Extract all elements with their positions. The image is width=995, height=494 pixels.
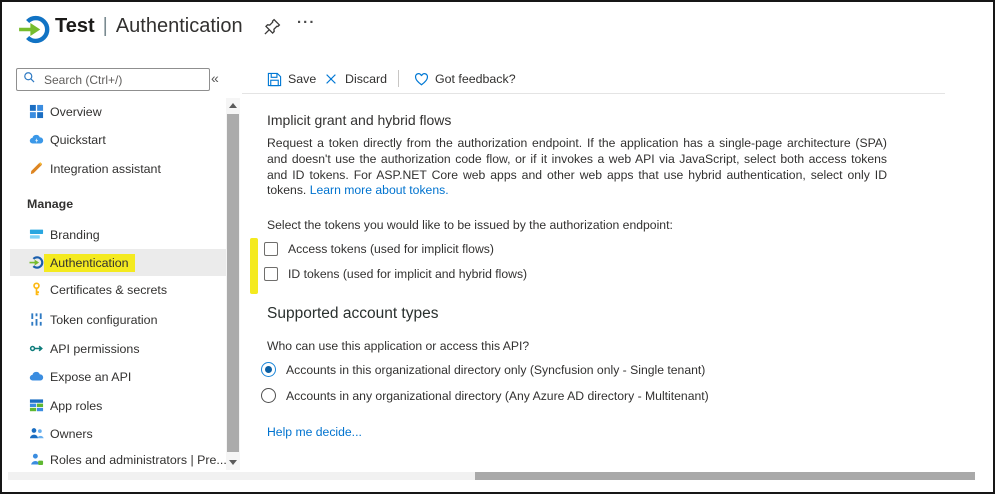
app-name: Test (55, 15, 95, 38)
authentication-icon (29, 255, 44, 270)
implicit-grant-description: Request a token directly from the author… (267, 136, 887, 199)
multitenant-row: Accounts in any organizational directory… (261, 388, 709, 403)
owners-people-icon (29, 426, 44, 441)
sidebar-item-expose-an-api[interactable]: Expose an API (10, 363, 226, 390)
sidebar-item-label: Roles and administrators | Pre... (50, 453, 227, 467)
save-button[interactable]: Save (267, 70, 316, 88)
discard-x-icon (324, 72, 339, 87)
single-tenant-row: Accounts in this organizational director… (261, 362, 705, 377)
save-floppy-icon (267, 72, 282, 87)
sidebar-item-label-highlighted: Authentication (44, 254, 135, 272)
sidebar-item-roles-administrators[interactable]: Roles and administrators | Pre... (10, 448, 226, 471)
got-feedback-button[interactable]: Got feedback? (414, 70, 516, 88)
sidebar-item-label: Certificates & secrets (50, 283, 167, 297)
quickstart-cloud-icon (29, 132, 44, 147)
api-permissions-icon (29, 341, 44, 356)
implicit-grant-heading: Implicit grant and hybrid flows (267, 112, 451, 128)
more-options-button[interactable]: ... (297, 10, 316, 27)
single-tenant-label: Accounts in this organizational director… (286, 363, 705, 377)
integration-assistant-pen-icon (29, 161, 44, 176)
overview-grid-icon (29, 104, 44, 119)
sidebar-vertical-scrollbar[interactable] (226, 98, 240, 470)
branding-icon (29, 227, 44, 242)
highlight-marker-stripe (250, 238, 258, 294)
multitenant-radio[interactable] (261, 388, 276, 403)
token-configuration-icon (29, 312, 44, 327)
toolbar-divider (398, 70, 399, 87)
sidebar-item-branding[interactable]: Branding (10, 221, 226, 248)
sidebar-item-token-configuration[interactable]: Token configuration (10, 306, 226, 333)
access-tokens-row: Access tokens (used for implicit flows) (264, 242, 494, 256)
got-feedback-label: Got feedback? (435, 72, 516, 86)
sidebar-item-label: Integration assistant (50, 162, 161, 176)
save-label: Save (288, 72, 316, 86)
sidebar-item-integration-assistant[interactable]: Integration assistant (10, 155, 226, 182)
search-input[interactable] (42, 72, 196, 88)
sidebar-item-label: Owners (50, 427, 93, 441)
discard-button[interactable]: Discard (324, 70, 387, 88)
pin-icon[interactable] (263, 17, 282, 36)
sidebar-item-certificates-secrets[interactable]: Certificates & secrets (10, 276, 226, 303)
who-can-use-question: Who can use this application or access t… (267, 339, 529, 353)
access-tokens-label: Access tokens (used for implicit flows) (288, 242, 494, 256)
sidebar-item-label: Quickstart (50, 133, 106, 147)
scroll-up-arrow-icon[interactable] (229, 103, 237, 108)
select-tokens-prompt: Select the tokens you would like to be i… (267, 218, 673, 232)
learn-more-tokens-link[interactable]: Learn more about tokens. (310, 183, 449, 197)
app-registration-icon (18, 13, 51, 46)
roles-admins-person-icon (29, 452, 44, 467)
sidebar-item-label: Branding (50, 228, 100, 242)
access-tokens-checkbox[interactable] (264, 242, 278, 256)
id-tokens-row: ID tokens (used for implicit and hybrid … (264, 267, 527, 281)
scroll-down-arrow-icon[interactable] (229, 460, 237, 465)
sidebar-item-label: Token configuration (50, 313, 157, 327)
help-me-decide-link[interactable]: Help me decide... (267, 425, 362, 439)
title-separator: | (103, 15, 108, 38)
certificates-key-icon (29, 282, 44, 297)
discard-label: Discard (345, 72, 387, 86)
search-icon (23, 71, 36, 89)
supported-account-types-heading: Supported account types (267, 305, 438, 323)
horizontal-scrollbar-thumb[interactable] (475, 472, 975, 480)
sidebar-item-label: API permissions (50, 342, 140, 356)
collapse-sidebar-button[interactable]: « (211, 70, 219, 86)
sidebar-item-owners[interactable]: Owners (10, 420, 226, 447)
sidebar-search[interactable] (16, 68, 210, 91)
sidebar-item-overview[interactable]: Overview (10, 98, 226, 125)
app-roles-grid-icon (29, 398, 44, 413)
toolbar-bottom-divider (242, 93, 945, 94)
sidebar-section-manage: Manage (27, 197, 73, 211)
page-title: Test | Authentication (55, 15, 243, 38)
sidebar-item-label: Expose an API (50, 370, 131, 384)
heart-icon (414, 72, 429, 87)
expose-api-cloud-icon (29, 369, 44, 384)
blade-name: Authentication (116, 15, 243, 38)
single-tenant-radio[interactable] (261, 362, 276, 377)
multitenant-label: Accounts in any organizational directory… (286, 389, 709, 403)
sidebar-item-app-roles[interactable]: App roles (10, 392, 226, 419)
sidebar-item-authentication[interactable]: Authentication (10, 249, 226, 276)
sidebar-item-api-permissions[interactable]: API permissions (10, 335, 226, 362)
id-tokens-label: ID tokens (used for implicit and hybrid … (288, 267, 527, 281)
sidebar-item-label: App roles (50, 399, 102, 413)
sidebar-item-quickstart[interactable]: Quickstart (10, 126, 226, 153)
id-tokens-checkbox[interactable] (264, 267, 278, 281)
azure-authentication-blade: Test | Authentication ... « Overview (0, 0, 995, 494)
sidebar-item-label: Overview (50, 105, 102, 119)
sidebar-scrollbar-thumb[interactable] (227, 114, 239, 452)
